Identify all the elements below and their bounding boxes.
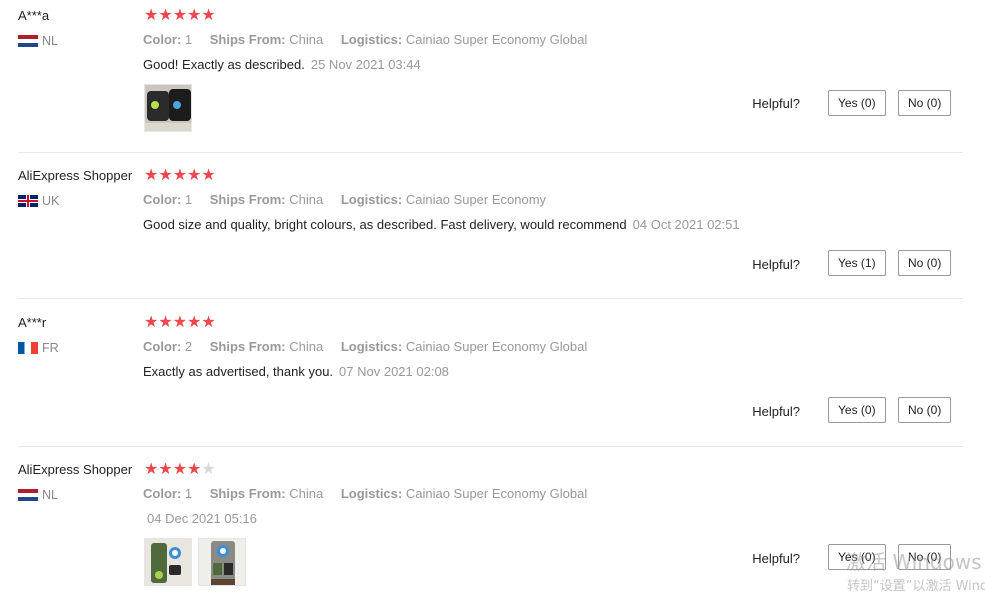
star-rating: ★★★★★ [144,461,216,478]
review-text: Exactly as advertised, thank you. 07 Nov … [143,364,449,379]
country-code: NL [42,488,58,502]
star-rating: ★★★★★ [144,167,216,184]
helpful-no-button[interactable]: No (0) [898,90,952,116]
reviewer-country: FR [18,341,59,355]
review-text: Good! Exactly as described. 25 Nov 2021 0… [143,57,421,72]
review-meta: Color: 1 Ships From: China Logistics: Ca… [143,32,588,47]
uk-flag-icon [18,195,38,207]
review-date: 25 Nov 2021 03:44 [310,57,421,72]
helpful-yes-button[interactable]: Yes (0) [828,90,886,116]
review-meta: Color: 1 Ships From: China Logistics: Ca… [143,192,547,207]
review-text: Good size and quality, bright colours, a… [143,217,740,232]
helpful-no-button[interactable]: No (0) [898,250,952,276]
reviewer-name: A***r [18,315,47,330]
review-meta: Color: 2 Ships From: China Logistics: Ca… [143,339,588,354]
helpful-yes-button[interactable]: Yes (0) [828,544,886,570]
review-photo-thumbnail[interactable] [144,84,192,132]
helpful-no-button[interactable]: No (0) [898,397,952,423]
nl-flag-icon [18,489,38,501]
helpful-label: Helpful? [752,96,800,111]
review-text: 04 Dec 2021 05:16 [141,511,257,526]
helpful-yes-button[interactable]: Yes (0) [828,397,886,423]
activation-watermark-subtitle: 转到“设置”以激活 Windows。 [847,579,985,594]
country-code: FR [42,341,59,355]
reviewer-name: AliExpress Shopper [18,168,133,183]
star-rating: ★★★★★ [144,314,216,331]
helpful-label: Helpful? [752,551,800,566]
helpful-label: Helpful? [752,257,800,272]
nl-flag-icon [18,35,38,47]
helpful-yes-button[interactable]: Yes (1) [828,250,886,276]
reviewer-country: NL [18,34,58,48]
helpful-label: Helpful? [752,404,800,419]
star-rating: ★★★★★ [144,7,216,24]
reviewer-name: A***a [18,8,50,23]
review-meta: Color: 1 Ships From: China Logistics: Ca… [143,486,588,501]
review-divider [18,298,963,299]
review-photo-thumbnail[interactable] [144,538,192,586]
reviewer-name: AliExpress Shopper [18,462,133,477]
review-divider [18,446,963,447]
review-date: 07 Nov 2021 02:08 [339,364,449,379]
fr-flag-icon [18,342,38,354]
review-divider [18,152,963,153]
reviewer-country: NL [18,488,58,502]
review-date: 04 Oct 2021 02:51 [632,217,740,232]
review-photo-thumbnail[interactable] [198,538,246,586]
country-code: UK [42,194,60,208]
reviewer-country: UK [18,194,59,208]
review-date: 04 Dec 2021 05:16 [147,511,257,526]
helpful-no-button[interactable]: No (0) [898,544,952,570]
country-code: NL [42,34,58,48]
